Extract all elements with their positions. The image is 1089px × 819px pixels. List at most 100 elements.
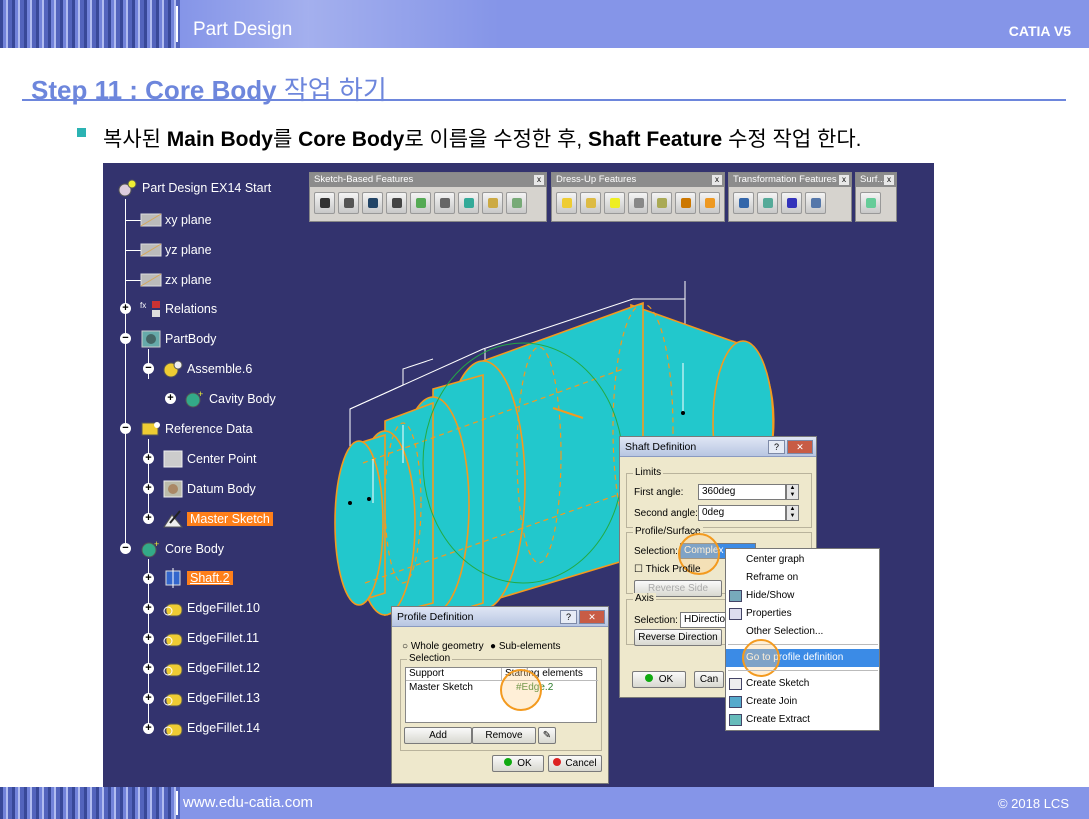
loft-icon[interactable] (506, 192, 527, 214)
tree-item-center-point[interactable]: Center Point (162, 448, 256, 470)
desc-text-2: 를 (272, 128, 299, 151)
column-header-support[interactable]: Support (406, 668, 502, 681)
expand-plus-icon[interactable]: + (143, 693, 154, 704)
shaft-tool-icon[interactable] (362, 192, 383, 214)
close-icon[interactable]: x (534, 175, 544, 185)
cancel-button[interactable]: Can (694, 671, 724, 688)
pattern-icon[interactable] (781, 192, 802, 214)
close-icon[interactable]: ✕ (787, 440, 813, 454)
context-menu[interactable]: Center graph Reframe on Hide/Show Proper… (725, 548, 880, 731)
remove-face-icon[interactable] (699, 192, 721, 214)
menu-item-hide-show[interactable]: Hide/Show (726, 587, 879, 605)
collapse-minus-icon[interactable]: − (143, 363, 154, 374)
edit-pencil-icon[interactable]: ✎ (538, 727, 556, 744)
spinner-icon[interactable]: ▲ ▼ (786, 505, 799, 521)
expand-plus-icon[interactable]: + (143, 603, 154, 614)
add-button[interactable]: Add (404, 727, 472, 744)
collapse-minus-icon[interactable]: − (120, 333, 131, 344)
translate-icon[interactable] (733, 192, 754, 214)
tree-item-datum-body[interactable]: Datum Body (162, 478, 256, 500)
menu-item-create-join[interactable]: Create Join (726, 693, 879, 711)
draft-icon[interactable] (603, 192, 625, 214)
slot-icon[interactable] (458, 192, 479, 214)
cancel-button[interactable]: Cancel (548, 755, 602, 772)
table-cell-support[interactable]: Master Sketch (409, 682, 473, 693)
collapse-minus-icon[interactable]: − (120, 543, 131, 554)
chamfer-icon[interactable] (579, 192, 601, 214)
thread-icon[interactable] (675, 192, 697, 214)
expand-plus-icon[interactable]: + (143, 513, 154, 524)
mirror-icon[interactable] (757, 192, 778, 214)
edge-fillet-icon[interactable] (556, 192, 577, 214)
catia-viewport[interactable]: Part Design EX14 Start xy plane yz plane… (103, 163, 934, 787)
hole-icon[interactable] (410, 192, 431, 214)
tree-item-master-sketch[interactable]: Master Sketch (162, 508, 273, 530)
close-icon[interactable]: ✕ (579, 610, 605, 624)
toolbar-icons (310, 187, 546, 219)
close-icon[interactable]: x (884, 175, 894, 185)
tree-item-zx-plane[interactable]: zx plane (140, 269, 212, 291)
expand-plus-icon[interactable]: + (143, 663, 154, 674)
split-icon[interactable] (860, 192, 881, 214)
second-angle-input[interactable]: 0deg (698, 505, 786, 521)
menu-item-reframe-on[interactable]: Reframe on (726, 569, 879, 587)
expand-plus-icon[interactable]: + (165, 393, 176, 404)
thick-profile-checkbox[interactable]: ☐ Thick Profile (634, 564, 701, 575)
pocket-icon[interactable] (338, 192, 359, 214)
toolbar-sketch-based[interactable]: Sketch-Based Features x (309, 172, 547, 222)
stiffener-icon[interactable] (482, 192, 503, 214)
scale-icon[interactable] (805, 192, 826, 214)
tree-item-assemble[interactable]: Assemble.6 (162, 358, 252, 380)
profile-definition-dialog[interactable]: Profile Definition ? ✕ ○ Whole geometry ●… (391, 606, 609, 784)
tree-item-edgefillet-11[interactable]: EdgeFillet.11 (162, 627, 259, 649)
tree-item-cavity-body[interactable]: + Cavity Body (184, 388, 276, 410)
group-label: Selection (407, 653, 453, 664)
tree-item-shaft[interactable]: Shaft.2 (162, 567, 233, 589)
menu-item-create-sketch[interactable]: Create Sketch (726, 675, 879, 693)
help-icon[interactable]: ? (768, 440, 785, 454)
toolbar-title: Sketch-Based Features x (310, 173, 546, 187)
tree-item-edgefillet-12[interactable]: EdgeFillet.12 (162, 657, 260, 679)
expand-plus-icon[interactable]: + (143, 633, 154, 644)
close-icon[interactable]: x (839, 175, 849, 185)
collapse-minus-icon[interactable]: − (120, 423, 131, 434)
tree-item-relations[interactable]: fx Relations (140, 298, 217, 320)
first-angle-input[interactable]: 360deg (698, 484, 786, 500)
toolbar-transformation[interactable]: Transformation Features x (728, 172, 852, 222)
close-icon[interactable]: x (712, 175, 722, 185)
tree-item-xy-plane[interactable]: xy plane (140, 209, 212, 231)
reverse-direction-button[interactable]: Reverse Direction (634, 629, 722, 646)
tree-item-edgefillet-14[interactable]: EdgeFillet.14 (162, 717, 260, 739)
groove-icon[interactable] (386, 192, 407, 214)
thickness-icon[interactable] (651, 192, 673, 214)
spinner-icon[interactable]: ▲ ▼ (786, 484, 799, 500)
ok-button[interactable]: OK (632, 671, 686, 688)
tree-root[interactable]: Part Design EX14 Start (117, 177, 271, 199)
expand-plus-icon[interactable]: + (143, 723, 154, 734)
menu-item-properties[interactable]: Properties (726, 605, 879, 623)
tree-item-edgefillet-13[interactable]: EdgeFillet.13 (162, 687, 260, 709)
shell-icon[interactable] (627, 192, 649, 214)
ok-button[interactable]: OK (492, 755, 544, 772)
menu-item-other-selection[interactable]: Other Selection... (726, 623, 879, 641)
sub-elements-radio[interactable]: ● Sub-elements (490, 641, 561, 652)
toolbar-dress-up[interactable]: Dress-Up Features x (551, 172, 725, 222)
menu-item-center-graph[interactable]: Center graph (726, 551, 879, 569)
help-icon[interactable]: ? (560, 610, 577, 624)
pad-icon[interactable] (314, 192, 335, 214)
expand-plus-icon[interactable]: + (143, 573, 154, 584)
tree-item-reference-data[interactable]: Reference Data (140, 418, 253, 440)
expand-plus-icon[interactable]: + (143, 453, 154, 464)
axis-selection-input[interactable]: HDirection (680, 612, 731, 628)
tree-item-edgefillet-10[interactable]: EdgeFillet.10 (162, 597, 260, 619)
toolbar-surface[interactable]: Surf... x (855, 172, 897, 222)
whole-geometry-radio[interactable]: ○ Whole geometry (402, 641, 484, 652)
expand-plus-icon[interactable]: + (120, 303, 131, 314)
tree-item-partbody[interactable]: PartBody (140, 328, 216, 350)
rib-icon[interactable] (434, 192, 455, 214)
expand-plus-icon[interactable]: + (143, 483, 154, 494)
tree-item-core-body[interactable]: + Core Body (140, 538, 224, 560)
remove-button[interactable]: Remove (472, 727, 536, 744)
tree-item-yz-plane[interactable]: yz plane (140, 239, 212, 261)
menu-item-create-extract[interactable]: Create Extract (726, 711, 879, 729)
